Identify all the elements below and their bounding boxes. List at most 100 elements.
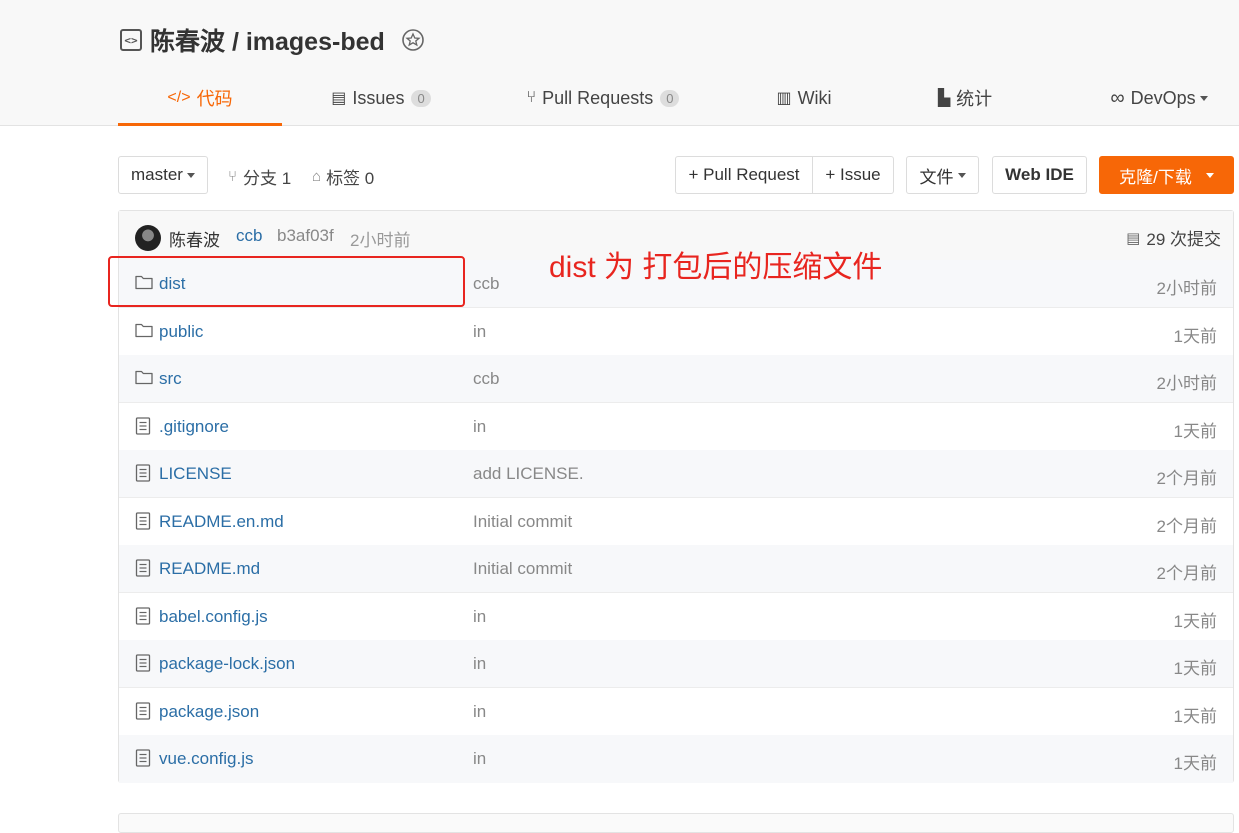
chevron-down-icon (1199, 95, 1208, 101)
repo-toolbar: master ⑂ 分支 1 ⌂ 标签 0 + Pull Request + Is… (118, 156, 1234, 196)
repo-name[interactable]: 陈春波 / images-bed (150, 22, 385, 58)
tab-stats[interactable]: ▙ 统计 (934, 72, 996, 124)
tab-label: 统计 (956, 89, 993, 109)
tab-devops[interactable]: ∞ DevOps (1103, 72, 1215, 124)
file-row[interactable]: .gitignore in 1天前 (119, 403, 1233, 451)
branches-label: 分支 1 (243, 169, 292, 188)
web-ide-button[interactable]: Web IDE (992, 156, 1087, 194)
new-pull-request-button[interactable]: + Pull Request (675, 156, 813, 194)
file-name-link[interactable]: src (159, 369, 182, 389)
clone-download-button[interactable]: 克隆/下载 (1099, 156, 1234, 194)
file-name-link[interactable]: README.md (159, 559, 260, 579)
commit-user[interactable]: ccb (236, 226, 262, 246)
new-issue-label: + Issue (825, 165, 881, 184)
branches-link[interactable]: ⑂ 分支 1 (228, 164, 291, 189)
file-commit-time: 1天前 (1173, 754, 1217, 773)
file-commit-time: 1天前 (1173, 706, 1217, 726)
file-name-link[interactable]: LICENSE (159, 464, 232, 484)
file-name-link[interactable]: babel.config.js (159, 607, 268, 627)
file-commit-message[interactable]: ccb (473, 369, 499, 389)
file-name-link[interactable]: package-lock.json (159, 654, 295, 674)
file-icon (135, 749, 153, 767)
file-commit-time: 2个月前 (1156, 469, 1217, 488)
tab-code[interactable]: </> 代码 (118, 72, 282, 126)
file-commit-message[interactable]: add LICENSE. (473, 464, 584, 484)
tags-link[interactable]: ⌂ 标签 0 (312, 164, 374, 189)
file-commit-message[interactable]: Initial commit (473, 559, 572, 579)
file-name-link[interactable]: package.json (159, 702, 259, 722)
new-pull-request-label: + Pull Request (688, 165, 800, 184)
file-name-link[interactable]: .gitignore (159, 417, 229, 437)
file-name-link[interactable]: public (159, 322, 203, 342)
file-row[interactable]: vue.config.js in 1天前 (119, 735, 1233, 783)
tab-issues[interactable]: ▤ Issues 0 (330, 72, 432, 124)
file-commit-time: 2个月前 (1156, 516, 1217, 536)
history-icon: ▤ (1126, 229, 1141, 247)
code-icon: </> (167, 88, 191, 106)
award-badge-icon[interactable] (401, 28, 425, 52)
file-commit-message[interactable]: in (473, 702, 486, 722)
commit-author[interactable]: 陈春波 (169, 226, 220, 251)
file-row[interactable]: package.json in 1天前 (119, 688, 1233, 736)
clone-label: 克隆/下载 (1119, 167, 1192, 187)
tab-label: 代码 (196, 88, 233, 109)
file-icon (135, 701, 153, 720)
avatar[interactable] (135, 225, 161, 251)
issues-icon: ▤ (331, 90, 347, 107)
tags-label: 标签 0 (326, 169, 375, 188)
annotation-text: dist 为 打包后的压缩文件 (549, 251, 883, 284)
annotation-highlight-box (108, 256, 465, 307)
book-icon: ▥ (776, 90, 792, 107)
file-icon (135, 416, 153, 435)
file-commit-message[interactable]: in (473, 654, 486, 674)
commit-time: 2小时前 (350, 231, 411, 250)
chart-icon: ▙ (937, 90, 951, 107)
file-row[interactable]: LICENSE add LICENSE. 2个月前 (119, 450, 1233, 498)
web-ide-label: Web IDE (1005, 165, 1074, 184)
chevron-down-icon (957, 172, 966, 178)
file-row[interactable]: src ccb 2小时前 (119, 355, 1233, 403)
file-commit-time: 2小时前 (1156, 279, 1217, 298)
file-name-link[interactable]: vue.config.js (159, 749, 254, 769)
new-issue-button[interactable]: + Issue (812, 156, 894, 194)
tab-wiki[interactable]: ▥ Wiki (772, 72, 836, 124)
chevron-down-icon (1205, 172, 1214, 178)
file-commit-time: 2个月前 (1156, 564, 1217, 583)
file-row[interactable]: package-lock.json in 1天前 (119, 640, 1233, 688)
tab-label: Wiki (797, 87, 832, 108)
file-row[interactable]: README.md Initial commit 2个月前 (119, 545, 1233, 593)
file-commit-time: 1天前 (1173, 611, 1217, 631)
tab-pull-requests[interactable]: ⑂ Pull Requests 0 (523, 72, 683, 124)
file-commit-message[interactable]: in (473, 322, 486, 342)
tag-icon: ⌂ (312, 168, 322, 185)
file-icon (135, 464, 153, 482)
commit-count-link[interactable]: ▤ 29 次提交 (1126, 225, 1221, 250)
file-commit-message[interactable]: in (473, 749, 486, 769)
repo-title: <> 陈春波 / images-bed (120, 24, 425, 56)
commit-count-label: 29 次提交 (1146, 230, 1221, 249)
repo-header: <> 陈春波 / images-bed </> 代码 ▤ Issues 0 ⑂ … (0, 0, 1239, 126)
file-row[interactable]: public in 1天前 (119, 308, 1233, 356)
folder-icon (135, 322, 153, 340)
readme-panel (118, 813, 1234, 833)
file-commit-time: 2小时前 (1156, 374, 1217, 393)
commit-hash[interactable]: b3af03f (277, 226, 334, 246)
chevron-down-icon (186, 172, 195, 178)
file-commit-message[interactable]: Initial commit (473, 512, 572, 532)
file-commit-message[interactable]: ccb (473, 274, 499, 294)
file-row[interactable]: babel.config.js in 1天前 (119, 593, 1233, 641)
branch-select[interactable]: master (118, 156, 208, 194)
file-icon (135, 606, 153, 625)
file-row[interactable]: README.en.md Initial commit 2个月前 (119, 498, 1233, 546)
files-dropdown[interactable]: 文件 (906, 156, 979, 194)
file-name-link[interactable]: README.en.md (159, 512, 284, 532)
tab-label: Pull Requests (542, 87, 654, 108)
file-commit-message[interactable]: in (473, 607, 486, 627)
file-icon (135, 511, 153, 530)
file-commit-time: 1天前 (1173, 421, 1217, 441)
file-icon (135, 654, 153, 672)
files-label: 文件 (919, 167, 954, 187)
repo-icon: <> (120, 29, 142, 51)
infinity-icon: ∞ (1110, 86, 1125, 109)
file-commit-message[interactable]: in (473, 417, 486, 437)
